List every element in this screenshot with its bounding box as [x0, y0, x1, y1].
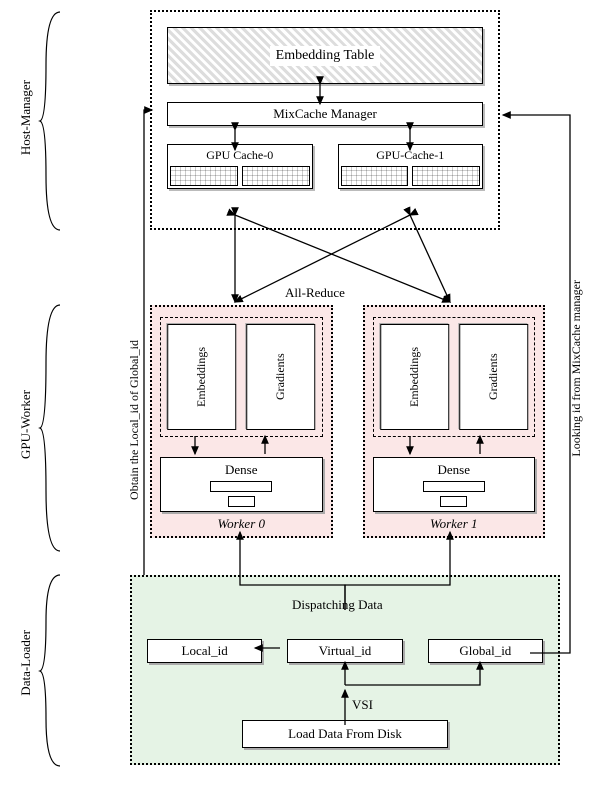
worker-0: Embeddings Gradients Dense Worker 0: [150, 305, 333, 538]
section-label-host: Host-Manager: [18, 80, 34, 155]
embeddings-0: Embeddings: [167, 324, 236, 430]
all-reduce-label: All-Reduce: [285, 285, 345, 301]
section-label-gpu: GPU-Worker: [18, 390, 34, 459]
gradients-0: Gradients: [246, 324, 315, 430]
embeddings-1: Embeddings: [380, 324, 449, 430]
looking-label: Looking id from MixCache manager: [569, 280, 584, 457]
section-label-data: Data-Loader: [18, 630, 34, 696]
